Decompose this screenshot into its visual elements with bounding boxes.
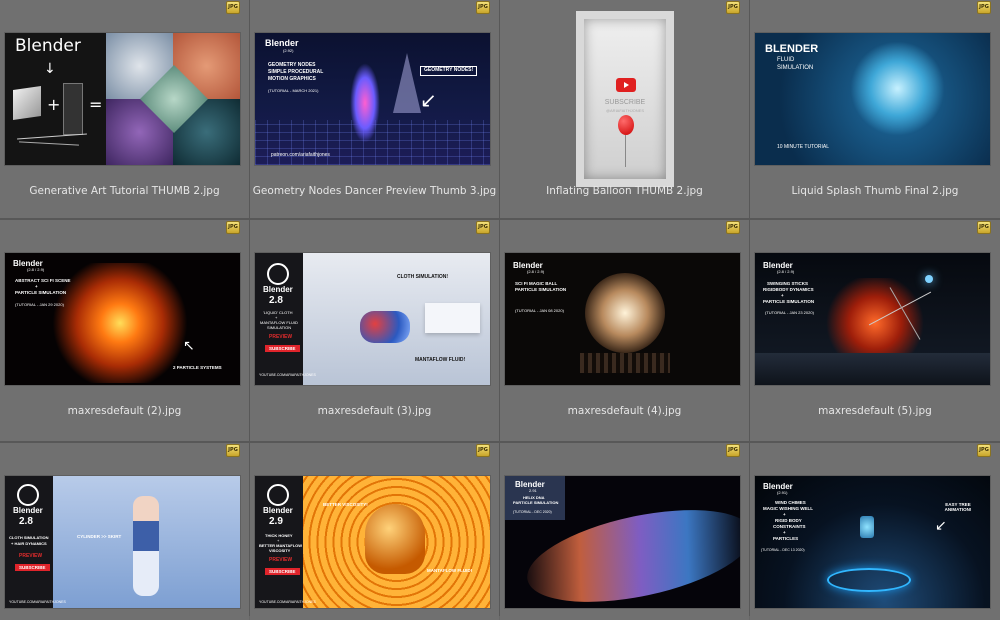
jpg-badge-icon: JPG — [226, 444, 240, 457]
blender-logo: Blender — [265, 38, 299, 48]
thumbnail[interactable]: SUBSCRIBE @ARIAFAITHJONES — [576, 11, 674, 187]
jpg-badge-icon: JPG — [226, 1, 240, 14]
filename-label: maxresdefault (3).jpg — [317, 405, 432, 417]
file-item-liquid-splash[interactable]: JPG BLENDER FLUID SIMULATION 10 MINUTE T… — [750, 0, 1000, 218]
filename-label: maxresdefault (4).jpg — [567, 405, 682, 417]
jpg-badge-icon: JPG — [476, 1, 490, 14]
youtube-icon — [616, 78, 636, 92]
blender-logo: BLENDER — [765, 43, 819, 55]
blender-icon — [267, 263, 289, 285]
subscribe-button: SUBSCRIBE — [265, 568, 300, 575]
jpg-badge-icon: JPG — [226, 221, 240, 234]
file-item-maxres-4[interactable]: JPG Blender (2.8 / 2.9) SCI FI MAGIC BAL… — [500, 220, 749, 441]
file-item-maxres-3[interactable]: JPG Blender 2.8 'LIQUID' CLOTH + MANTAFL… — [250, 220, 499, 441]
figure-shape — [133, 496, 159, 596]
file-item-maxres-5[interactable]: JPG Blender (2.8 / 2.9) SWINGING STICKS … — [750, 220, 1000, 441]
jpg-badge-icon: JPG — [977, 221, 991, 234]
cube-shape — [13, 86, 41, 120]
curved-arrow-icon: ↖ — [183, 338, 195, 354]
filename-label: Generative Art Tutorial THUMB 2.jpg — [29, 185, 220, 197]
curved-arrow-icon: ↙ — [420, 88, 437, 112]
file-item-helix-dna[interactable]: JPG Blender 2.91 HELIX DNA PARTICLE SIMU… — [500, 443, 749, 620]
filename-label: Geometry Nodes Dancer Preview Thumb 3.jp… — [252, 185, 497, 197]
curved-arrow-icon: ↙ — [935, 518, 947, 534]
magic-ball — [585, 273, 665, 353]
jpg-badge-icon: JPG — [476, 221, 490, 234]
thumbnail[interactable]: Blender 2.8 'LIQUID' CLOTH + MANTAFLOW F… — [255, 253, 490, 385]
honey-figure — [365, 504, 425, 574]
splash-shape — [850, 41, 945, 136]
thumbnail[interactable]: BLENDER FLUID SIMULATION 10 MINUTE TUTOR… — [755, 33, 990, 165]
blender-logo: Blender — [263, 506, 293, 515]
jpg-badge-icon: JPG — [726, 1, 740, 14]
blender-logo: Blender — [263, 285, 293, 294]
subscribe-button: SUBSCRIBE — [15, 564, 50, 571]
wishing-well — [827, 568, 911, 592]
file-grid: JPG Blender ↓ + = Generative Art Tutoria… — [0, 0, 1000, 620]
file-item-thick-honey[interactable]: JPG Blender 2.9 THICK HONEY + BETTER MAN… — [250, 443, 499, 620]
jpg-badge-icon: JPG — [476, 444, 490, 457]
blender-icon — [267, 484, 289, 506]
filename-label: Liquid Splash Thumb Final 2.jpg — [791, 185, 959, 197]
blender-logo: Blender — [15, 36, 81, 56]
thumbnail[interactable]: Blender 2.8 CLOTH SIMULATION + HAIR DYNA… — [5, 476, 240, 608]
dancer-figure — [350, 63, 380, 143]
modifier-panel — [63, 83, 83, 135]
file-item-maxres-2[interactable]: JPG Blender (2.8 / 2.9) ABSTRACT SCI FI … — [0, 220, 249, 441]
thumbnail[interactable]: Blender 2.9 THICK HONEY + BETTER MANTAFL… — [255, 476, 490, 608]
file-item-inflating-balloon[interactable]: JPG SUBSCRIBE @ARIAFAITHJONES Inflating … — [500, 0, 749, 218]
thumbnail[interactable]: Blender 2.91 HELIX DNA PARTICLE SIMULATI… — [505, 476, 740, 608]
filename-label: maxresdefault (5).jpg — [818, 405, 932, 417]
jpg-badge-icon: JPG — [726, 221, 740, 234]
balloon-shape — [618, 115, 634, 135]
arrow-down-icon: ↓ — [44, 61, 56, 77]
filename-label: Inflating Balloon THUMB 2.jpg — [546, 185, 703, 197]
thumbnail[interactable]: Blender (2.91) WIND CHIMES MAGIC WISHING… — [755, 476, 990, 608]
cloth-object — [360, 311, 410, 343]
jpg-badge-icon: JPG — [977, 444, 991, 457]
jpg-badge-icon: JPG — [977, 1, 991, 14]
filename-label: maxresdefault (2).jpg — [67, 405, 182, 417]
blender-logo: Blender — [13, 506, 43, 515]
thumbnail[interactable]: Blender (2.8 / 2.9) SWINGING STICKS RIGI… — [755, 253, 990, 385]
thumbnail[interactable]: Blender (2.8 / 2.9) SCI FI MAGIC BALL PA… — [505, 253, 740, 385]
thumbnail[interactable]: Blender (2.8 / 2.9) ABSTRACT SCI FI SCEN… — [5, 253, 240, 385]
lantern-shape — [860, 516, 874, 538]
file-item-cloth-hair[interactable]: JPG Blender 2.8 CLOTH SIMULATION + HAIR … — [0, 443, 249, 620]
file-item-wind-chimes[interactable]: JPG Blender (2.91) WIND CHIMES MAGIC WIS… — [750, 443, 1000, 620]
file-item-generative-art[interactable]: JPG Blender ↓ + = Generative Art Tutoria… — [0, 0, 249, 218]
jpg-badge-icon: JPG — [726, 444, 740, 457]
subscribe-button: SUBSCRIBE — [265, 345, 300, 352]
thumbnail[interactable]: Blender ↓ + = — [5, 33, 240, 165]
file-item-geometry-nodes[interactable]: JPG Blender (2.92) GEOMETRY NODES SIMPLE… — [250, 0, 499, 218]
thumbnail[interactable]: Blender (2.92) GEOMETRY NODES SIMPLE PRO… — [255, 33, 490, 165]
blender-icon — [17, 484, 39, 506]
